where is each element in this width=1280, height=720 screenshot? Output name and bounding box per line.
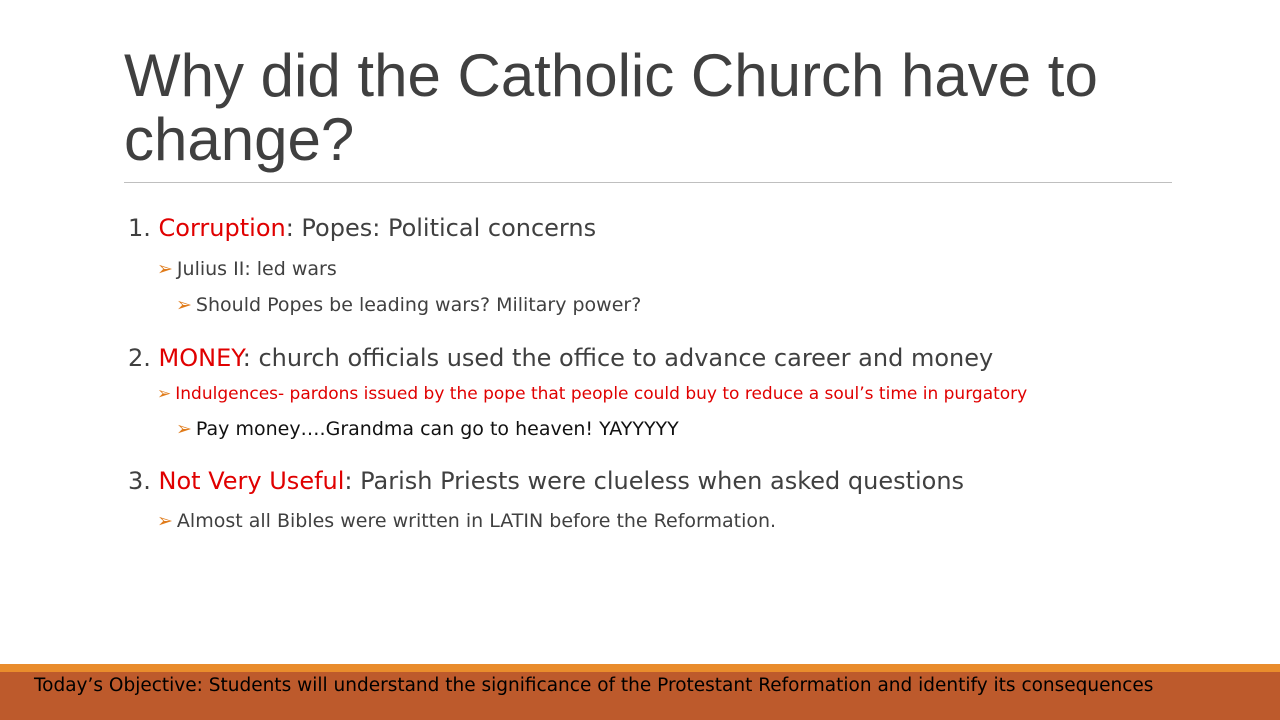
point-1-subsub: ➢ Should Popes be leading wars? Military … [176, 293, 641, 317]
point-1-subsub-text: Should Popes be leading wars? Military p… [195, 294, 642, 316]
arrow-bullet-icon: ➢ [176, 418, 192, 440]
point-2: 2. MONEY: church officials used the offi… [128, 343, 993, 373]
point-1-sub: ➢ Julius II: led wars [157, 257, 337, 281]
point-2-keyword: MONEY [158, 344, 243, 372]
point-2-text: : church officials used the office to ad… [242, 344, 994, 372]
point-3-text: : Parish Priests were clueless when aske… [344, 467, 965, 495]
point-2-sub: ➢ Indulgences- pardons issued by the pope… [157, 382, 1027, 406]
point-1-text: : Popes: Political concerns [285, 214, 597, 242]
point-3-keyword: Not Very Useful [158, 467, 345, 495]
point-2-sub-text: Indulgences- pardons issued by the pope … [175, 384, 1028, 404]
point-3-number: 3. [128, 467, 151, 495]
point-1: 1. Corruption: Popes: Political concerns [128, 213, 596, 243]
point-2-subsub: ➢ Pay money….Grandma can go to heaven! YA… [176, 417, 679, 441]
point-3-sub-text: Almost all Bibles were written in LATIN … [176, 510, 777, 532]
slide-body: 1. Corruption: Popes: Political concerns… [0, 0, 1280, 660]
point-3: 3. Not Very Useful: Parish Priests were … [128, 466, 964, 496]
arrow-bullet-icon: ➢ [157, 510, 173, 532]
point-3-sub: ➢ Almost all Bibles were written in LATIN… [157, 509, 776, 533]
arrow-bullet-icon: ➢ [176, 294, 192, 316]
footer-accent-stripe [0, 664, 1280, 672]
point-1-number: 1. [128, 214, 151, 242]
point-2-subsub-text: Pay money….Grandma can go to heaven! YAY… [195, 418, 679, 440]
point-2-number: 2. [128, 344, 151, 372]
footer-objective: Today’s Objective: Students will underst… [34, 675, 1154, 696]
point-1-sub-text: Julius II: led wars [176, 258, 337, 280]
point-1-keyword: Corruption [158, 214, 286, 242]
arrow-bullet-icon: ➢ [157, 258, 173, 280]
arrow-bullet-icon: ➢ [157, 384, 172, 404]
